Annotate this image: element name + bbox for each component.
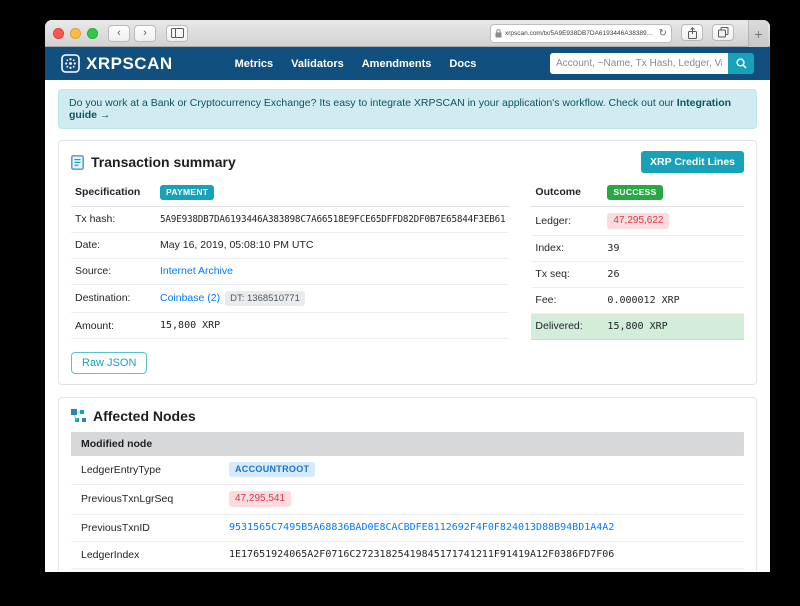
- outcome-row-tx-seq: Tx seq: 26: [531, 262, 744, 288]
- previous-txn-link[interactable]: 9531565C7495B5A68836BAD0E8CACBDFE8112692…: [229, 522, 614, 533]
- affected-nodes-title: Affected Nodes: [71, 408, 744, 424]
- outcome-table: Outcome SUCCESS Ledger: 47,295,622 Index…: [531, 179, 744, 340]
- modified-node-header-1: Modified node: [71, 432, 744, 456]
- node-row-ledger-index: LedgerIndex 1E17651924065A2F0716C2723182…: [71, 542, 744, 569]
- nav-link-validators[interactable]: Validators: [291, 58, 344, 70]
- nav-link-amendments[interactable]: Amendments: [362, 58, 432, 70]
- lock-icon: [495, 29, 502, 38]
- outcome-header-row: Outcome SUCCESS: [531, 179, 744, 207]
- node-row-previous-txn-id: PreviousTxnID 9531565C7495B5A68836BAD0E8…: [71, 515, 744, 542]
- sidebar-icon: [171, 28, 184, 38]
- nav-link-metrics[interactable]: Metrics: [235, 58, 274, 70]
- outcome-row-delivered: Delivered: 15,800 XRP: [531, 314, 744, 340]
- xrpscan-logo[interactable]: XRPSCAN: [61, 54, 173, 74]
- browser-window: ‹ › xrpscan.com/tx/5A9E938DB7DA6193446A3…: [45, 20, 770, 572]
- transaction-summary-title: Transaction summary: [71, 154, 236, 170]
- integration-banner: Do you work at a Bank or Cryptocurrency …: [58, 89, 757, 129]
- nodes-icon: [71, 409, 86, 423]
- search-button[interactable]: [728, 53, 754, 74]
- magnifier-icon: [736, 58, 747, 69]
- toolbar-right-buttons: [681, 24, 738, 41]
- transaction-summary-card: Transaction summary XRP Credit Lines Spe…: [58, 140, 757, 385]
- affected-nodes-card: Affected Nodes Modified node LedgerEntry…: [58, 397, 757, 572]
- amount-value: 15,800 XRP: [160, 320, 220, 331]
- spec-row-tx-hash: Tx hash: 5A9E938DB7DA6193446A383898C7A66…: [71, 207, 509, 233]
- forward-button[interactable]: ›: [134, 25, 156, 42]
- window-controls: [53, 28, 98, 39]
- share-button[interactable]: [681, 24, 703, 41]
- browser-toolbar: ‹ › xrpscan.com/tx/5A9E938DB7DA6193446A3…: [45, 20, 770, 47]
- nav-link-docs[interactable]: Docs: [449, 58, 476, 70]
- accountroot-badge: ACCOUNTROOT: [229, 462, 315, 477]
- specification-table: Specification PAYMENT Tx hash: 5A9E938DB…: [71, 179, 509, 340]
- site-navbar: XRPSCAN Metrics Validators Amendments Do…: [45, 47, 770, 80]
- tabs-icon: [718, 27, 729, 38]
- spec-row-amount: Amount: 15,800 XRP: [71, 313, 509, 339]
- search-form: [550, 53, 754, 74]
- ledger-index-badge[interactable]: 47,295,622: [607, 213, 669, 229]
- brand-text: XRPSCAN: [86, 54, 173, 74]
- specification-header-row: Specification PAYMENT: [71, 179, 509, 207]
- search-input[interactable]: [550, 53, 728, 74]
- close-window-button[interactable]: [53, 28, 64, 39]
- source-account-link[interactable]: Internet Archive: [160, 265, 233, 277]
- fullscreen-window-button[interactable]: [87, 28, 98, 39]
- url-text: xrpscan.com/tx/5A9E938DB7DA6193446A38389…: [505, 30, 656, 37]
- date-value: May 16, 2019, 05:08:10 PM UTC: [160, 239, 314, 251]
- payment-type-badge: PAYMENT: [160, 185, 214, 200]
- destination-tag-badge: DT: 1368510771: [225, 291, 305, 307]
- spec-row-date: Date: May 16, 2019, 05:08:10 PM UTC: [71, 233, 509, 259]
- address-bar[interactable]: xrpscan.com/tx/5A9E938DB7DA6193446A38389…: [490, 24, 672, 43]
- receipt-icon: [71, 155, 84, 170]
- tx-hash-value: 5A9E938DB7DA6193446A383898C7A66518E9FCE6…: [160, 214, 505, 225]
- share-icon: [688, 27, 697, 39]
- ledger-index-value: 1E17651924065A2F0716C2723182541984517174…: [229, 549, 614, 560]
- outcome-row-ledger: Ledger: 47,295,622: [531, 207, 744, 236]
- node-row-previous-txn-lgr-seq: PreviousTxnLgrSeq 47,295,541: [71, 485, 744, 515]
- spec-row-destination: Destination: Coinbase (2) DT: 1368510771: [71, 285, 509, 314]
- previous-ledger-badge[interactable]: 47,295,541: [229, 491, 291, 507]
- reload-button[interactable]: ↻: [659, 28, 667, 39]
- node-row-ledger-entry-type: LedgerEntryType ACCOUNTROOT: [71, 456, 744, 485]
- nav-links: Metrics Validators Amendments Docs: [235, 58, 477, 70]
- page-content: Do you work at a Bank or Cryptocurrency …: [45, 80, 770, 571]
- destination-account-link[interactable]: Coinbase (2): [160, 292, 220, 304]
- sidebar-toggle-button[interactable]: [166, 25, 188, 42]
- back-button[interactable]: ‹: [108, 25, 130, 42]
- outcome-row-index: Index: 39: [531, 236, 744, 262]
- xrpscan-logo-icon: [61, 54, 80, 73]
- new-tab-button[interactable]: +: [748, 20, 768, 47]
- xrp-credit-lines-button[interactable]: XRP Credit Lines: [641, 151, 744, 173]
- tab-overview-button[interactable]: [712, 24, 734, 41]
- success-status-badge: SUCCESS: [607, 185, 662, 200]
- spec-row-source: Source: Internet Archive: [71, 259, 509, 285]
- minimize-window-button[interactable]: [70, 28, 81, 39]
- delivered-amount-value: 15,800 XRP: [607, 321, 667, 332]
- raw-json-button[interactable]: Raw JSON: [71, 352, 147, 374]
- outcome-row-fee: Fee: 0.000012 XRP: [531, 288, 744, 314]
- banner-text: Do you work at a Bank or Cryptocurrency …: [69, 97, 677, 109]
